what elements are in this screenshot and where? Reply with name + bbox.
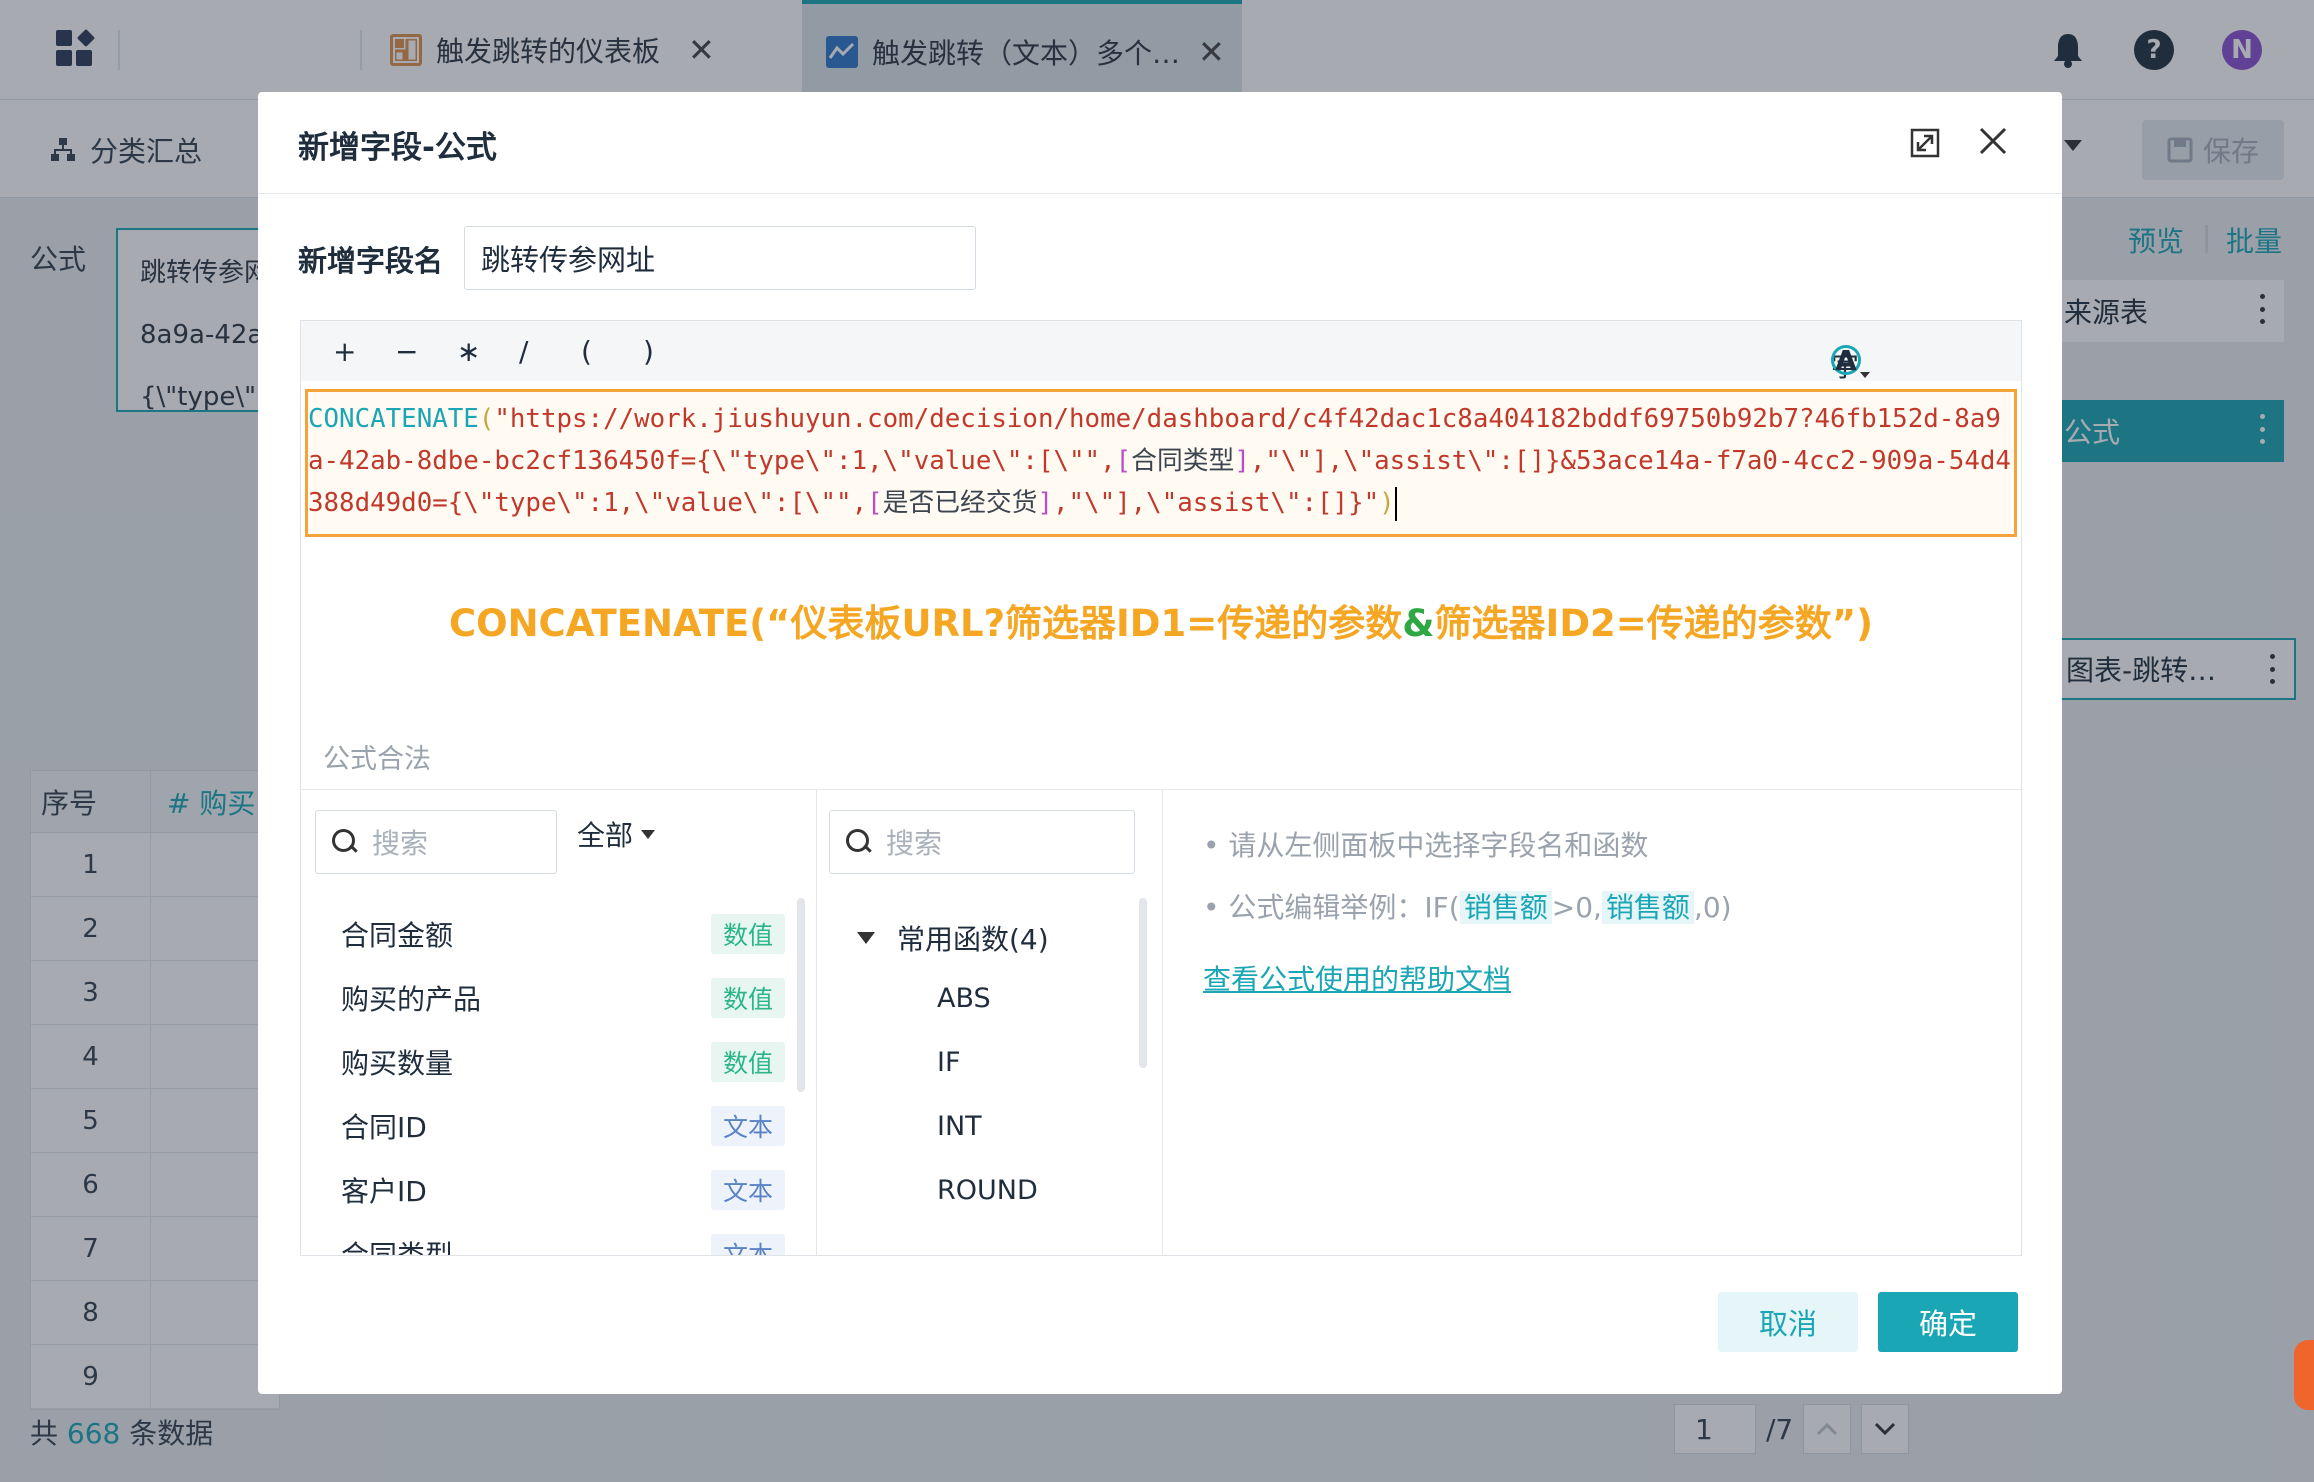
annotation-ampersand: & (1402, 602, 1435, 645)
formula-editor: + − ∗ / ( ) 字段类型 A CONCATENATE("https://… (300, 320, 2022, 1256)
formula-annotation: CONCATENATE(“仪表板URL?筛选器ID1=传递的参数&筛选器ID2=… (301, 593, 2021, 647)
close-icon[interactable] (1978, 120, 2008, 160)
type-badge: 数值 (710, 1042, 785, 1082)
text-type-icon: A (1831, 344, 1870, 378)
formula-paren: ) (1379, 488, 1395, 518)
dialog-header: 新增字段-公式 (258, 92, 2062, 194)
search-icon (846, 829, 872, 855)
tip-text: • 请从左侧面板中选择字段名和函数 (1203, 829, 1649, 862)
plus-operator[interactable]: + (333, 335, 356, 368)
field-item-name: 合同ID (341, 1111, 427, 1144)
scrollbar[interactable] (1139, 898, 1147, 1068)
type-badge: 文本 (710, 1234, 785, 1255)
function-search-input[interactable]: 搜索 (829, 810, 1135, 874)
search-placeholder: 搜索 (886, 827, 943, 860)
cancel-button[interactable]: 取消 (1718, 1292, 1858, 1352)
field-list: 合同金额数值 购买的产品数值 购买数量数值 合同ID文本 客户ID文本 合同类型… (341, 902, 785, 1255)
type-badge: 文本 (710, 1170, 785, 1210)
formula-bracket: [ (1115, 446, 1132, 476)
chevron-down-icon (641, 829, 656, 839)
field-search-input[interactable]: 搜索 (315, 810, 557, 874)
tip-part: ,0) (1693, 891, 1732, 924)
list-item[interactable]: INT (937, 1094, 1038, 1158)
operator-bar: + − ∗ / ( ) 字段类型 A (301, 321, 2021, 503)
list-item[interactable]: ROUND (937, 1158, 1038, 1222)
list-item[interactable]: 合同类型 文本 (341, 1222, 785, 1255)
open-paren-operator[interactable]: ( (581, 335, 592, 368)
picker-panes: 搜索 全部 合同金额 数值 购买的产品 数值 购买数量 数值 合同ID 文本 客户ID 文… (301, 789, 2021, 1255)
type-badge: 文本 (710, 1106, 785, 1146)
field-item-name: 购买数量 (341, 1047, 454, 1080)
group-label: 常用函数(4) (897, 923, 1049, 956)
function-group[interactable]: 常用函数(4) (857, 918, 1049, 958)
list-item[interactable]: 购买的产品 数值 (341, 966, 785, 1030)
formula-status: 公式合法 (323, 744, 431, 775)
tip-example: • 公式编辑举例：IF(销售额 >0, 销售额 ,0) (1203, 886, 1732, 926)
field-item-name: 购买的产品 (341, 983, 482, 1016)
add-formula-field-dialog: 新增字段-公式 新增字段名 跳转传参网址 + − ∗ / ( ) 字段类型 A … (258, 92, 2062, 1394)
formula-code-input[interactable]: CONCATENATE("https://work.jiushuyun.com/… (305, 389, 2017, 537)
formula-function: CONCATENATE (308, 404, 479, 434)
feedback-icon[interactable] (2294, 1340, 2314, 1410)
filter-label: 全部 (577, 819, 634, 852)
tip-field: 销售额 (1601, 891, 1694, 924)
field-pane: 搜索 全部 合同金额 数值 购买的产品 数值 购买数量 数值 合同ID 文本 客户ID 文… (301, 790, 817, 1255)
help-doc-link[interactable]: 查看公式使用的帮助文档 (1203, 958, 1511, 998)
list-item[interactable]: 合同金额 数值 (341, 902, 785, 966)
dialog-title: 新增字段-公式 (298, 130, 497, 166)
confirm-button[interactable]: 确定 (1878, 1292, 2018, 1352)
formula-bracket: ] (1234, 446, 1250, 476)
expand-icon[interactable] (1910, 128, 1940, 158)
type-badge: 数值 (710, 978, 785, 1018)
multiply-operator[interactable]: ∗ (457, 335, 480, 368)
help-pane: • 请从左侧面板中选择字段名和函数 • 公式编辑举例：IF(销售额 >0, 销售额,… (1163, 790, 2021, 1255)
search-placeholder: 搜索 (372, 827, 429, 860)
formula-bracket: ] (1037, 488, 1053, 518)
field-type-filter[interactable]: 全部 (577, 814, 656, 854)
annotation-part: CONCATENATE(“仪表板URL?筛选器ID1=传递的参数 (448, 602, 1403, 645)
annotation-part: 筛选器ID2=传递的参数”) (1434, 602, 1873, 645)
formula-paren: ( (478, 404, 495, 434)
field-item-name: 合同类型 (341, 1234, 453, 1255)
field-name-input[interactable]: 跳转传参网址 (464, 226, 976, 290)
caret-down-icon (857, 932, 875, 944)
text-caret (1394, 486, 1397, 521)
minus-operator[interactable]: − (395, 335, 418, 368)
field-name-label: 新增字段名 (298, 244, 444, 278)
function-pane: 搜索 常用函数(4) ABS IF INT ROUND (817, 790, 1163, 1255)
tip-field: 销售额 (1459, 891, 1552, 924)
list-item[interactable]: 合同ID 文本 (341, 1094, 785, 1158)
formula-field: 是否已经交货 (882, 488, 1038, 518)
formula-field: 合同类型 (1131, 446, 1235, 476)
list-item[interactable]: 购买数量 数值 (341, 1030, 785, 1094)
formula-string: ,"\"],\"assist\":[]}" (1052, 488, 1380, 518)
list-item[interactable]: ABS (937, 966, 1038, 1030)
field-item-name: 客户ID (341, 1175, 427, 1208)
field-item-name: 合同金额 (341, 919, 454, 952)
divide-operator[interactable]: / (519, 335, 528, 368)
search-icon (332, 829, 358, 855)
tip-part: >0, (1551, 891, 1602, 924)
tip-part: • 公式编辑举例：IF( (1203, 891, 1460, 924)
function-list: ABS IF INT ROUND (937, 966, 1038, 1222)
type-badge: 数值 (710, 914, 785, 954)
formula-bracket: [ (867, 488, 883, 518)
list-item[interactable]: 客户ID 文本 (341, 1158, 785, 1222)
list-item[interactable]: IF (937, 1030, 1038, 1094)
close-paren-operator[interactable]: ) (643, 335, 654, 368)
scrollbar[interactable] (797, 898, 805, 1092)
